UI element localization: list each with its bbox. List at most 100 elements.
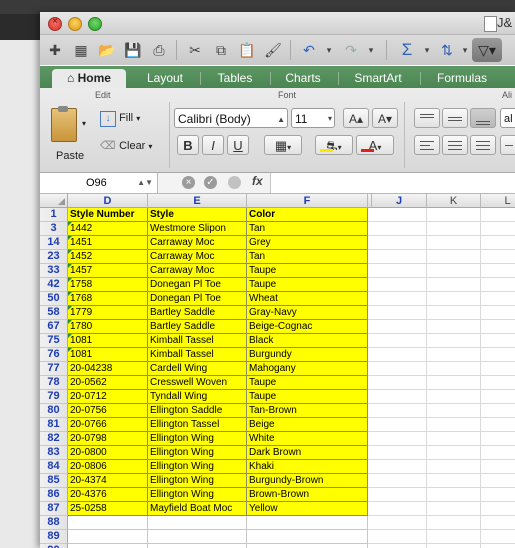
table-cell[interactable]: 1451	[68, 236, 148, 250]
empty-cell[interactable]	[427, 460, 481, 474]
empty-cell[interactable]	[481, 362, 515, 376]
shrink-font-button[interactable]: A▾	[372, 108, 398, 128]
empty-cell[interactable]	[368, 376, 427, 390]
empty-cell[interactable]	[481, 446, 515, 460]
empty-cell[interactable]	[368, 544, 427, 548]
table-cell[interactable]: 1780	[68, 320, 148, 334]
table-cell[interactable]: Tan-Brown	[247, 404, 368, 418]
autosum-dropdown-icon[interactable]: ▾	[416, 39, 438, 61]
empty-cell[interactable]	[481, 502, 515, 516]
tab-tables[interactable]: Tables	[202, 69, 268, 88]
empty-cell[interactable]	[368, 222, 427, 236]
table-cell[interactable]: 20-0798	[68, 432, 148, 446]
redo-dropdown-icon[interactable]: ▾	[360, 39, 382, 61]
table-cell[interactable]: Ellington Saddle	[148, 404, 247, 418]
table-cell[interactable]: Burgundy-Brown	[247, 474, 368, 488]
empty-cell[interactable]	[368, 264, 427, 278]
table-cell[interactable]: Carraway Moc	[148, 264, 247, 278]
spreadsheet-grid[interactable]: D E F J K L 1 Style Number Style Color 3 1442…	[40, 194, 515, 548]
empty-cell[interactable]	[481, 250, 515, 264]
table-cell[interactable]: 20-0766	[68, 418, 148, 432]
row-header[interactable]: 14	[40, 236, 68, 250]
empty-cell[interactable]	[427, 488, 481, 502]
align-middle-button[interactable]	[442, 108, 468, 128]
row-header[interactable]: 75	[40, 334, 68, 348]
empty-cell[interactable]	[427, 278, 481, 292]
column-header-e[interactable]: E	[148, 194, 247, 208]
clipboard-icon[interactable]	[51, 106, 77, 142]
table-cell[interactable]: Taupe	[247, 278, 368, 292]
empty-cell[interactable]	[368, 306, 427, 320]
open-icon[interactable]: 📂	[96, 39, 118, 61]
empty-cell[interactable]	[368, 502, 427, 516]
row-header[interactable]: 87	[40, 502, 68, 516]
table-cell[interactable]	[68, 544, 148, 548]
empty-cell[interactable]	[427, 432, 481, 446]
row-header[interactable]: 82	[40, 432, 68, 446]
insert-function-button[interactable]: fx	[252, 174, 263, 188]
row-header[interactable]: 77	[40, 362, 68, 376]
table-cell[interactable]: Kimball Tassel	[148, 334, 247, 348]
table-cell[interactable]: Bartley Saddle	[148, 306, 247, 320]
empty-cell[interactable]	[368, 460, 427, 474]
table-cell[interactable]: Tan	[247, 222, 368, 236]
table-cell[interactable]: Ellington Tassel	[148, 418, 247, 432]
empty-cell[interactable]	[427, 208, 481, 222]
indent-button[interactable]	[500, 135, 515, 155]
empty-cell[interactable]	[481, 278, 515, 292]
table-cell[interactable]: Taupe	[247, 264, 368, 278]
table-cell[interactable]	[148, 544, 247, 548]
row-header[interactable]: 80	[40, 404, 68, 418]
borders-button[interactable]: ▦▾	[264, 135, 302, 155]
row-header[interactable]: 50	[40, 292, 68, 306]
empty-cell[interactable]	[481, 320, 515, 334]
empty-cell[interactable]	[368, 250, 427, 264]
paste-icon[interactable]: 📋	[236, 39, 258, 61]
filter-icon[interactable]: ▽▾	[472, 38, 502, 62]
table-cell[interactable]: Black	[247, 334, 368, 348]
print-icon[interactable]: ⎙	[148, 39, 170, 61]
confirm-formula-icon[interactable]: ✓	[204, 176, 217, 189]
table-cell[interactable]: 20-04238	[68, 362, 148, 376]
row-header[interactable]: 78	[40, 376, 68, 390]
underline-button[interactable]: U	[227, 135, 249, 155]
column-header-d[interactable]: D	[68, 194, 148, 208]
table-cell[interactable]: Donegan Pl Toe	[148, 292, 247, 306]
align-center-button[interactable]	[442, 135, 468, 155]
table-cell[interactable]: 1081	[68, 334, 148, 348]
empty-cell[interactable]	[481, 418, 515, 432]
tab-smartart[interactable]: SmartArt	[340, 69, 416, 88]
empty-cell[interactable]	[481, 488, 515, 502]
empty-cell[interactable]	[427, 236, 481, 250]
table-cell[interactable]: 1457	[68, 264, 148, 278]
row-header[interactable]: 3	[40, 222, 68, 236]
tab-formulas[interactable]: Formulas	[422, 69, 502, 88]
align-left-button[interactable]	[414, 135, 440, 155]
table-cell[interactable]: Wheat	[247, 292, 368, 306]
empty-cell[interactable]	[427, 250, 481, 264]
empty-cell[interactable]	[481, 348, 515, 362]
fill-color-button[interactable]: ⛐▾	[315, 135, 353, 155]
table-cell[interactable]: 20-4374	[68, 474, 148, 488]
empty-cell[interactable]	[427, 390, 481, 404]
table-cell[interactable]: Bartley Saddle	[148, 320, 247, 334]
column-header-j[interactable]: J	[372, 194, 427, 208]
table-cell[interactable]: 25-0258	[68, 502, 148, 516]
empty-cell[interactable]	[481, 236, 515, 250]
table-cell[interactable]: Mahogany	[247, 362, 368, 376]
empty-cell[interactable]	[427, 334, 481, 348]
row-header[interactable]: 84	[40, 460, 68, 474]
table-cell[interactable]: Donegan Pl Toe	[148, 278, 247, 292]
empty-cell[interactable]	[481, 306, 515, 320]
empty-cell[interactable]	[427, 264, 481, 278]
empty-cell[interactable]	[368, 488, 427, 502]
table-cell[interactable]: Cresswell Woven	[148, 376, 247, 390]
table-cell[interactable]: White	[247, 432, 368, 446]
empty-cell[interactable]	[368, 390, 427, 404]
table-cell[interactable]: Ellington Wing	[148, 432, 247, 446]
table-cell[interactable]: Taupe	[247, 376, 368, 390]
empty-cell[interactable]	[368, 432, 427, 446]
empty-cell[interactable]	[481, 376, 515, 390]
table-cell[interactable]	[247, 516, 368, 530]
empty-cell[interactable]	[481, 264, 515, 278]
